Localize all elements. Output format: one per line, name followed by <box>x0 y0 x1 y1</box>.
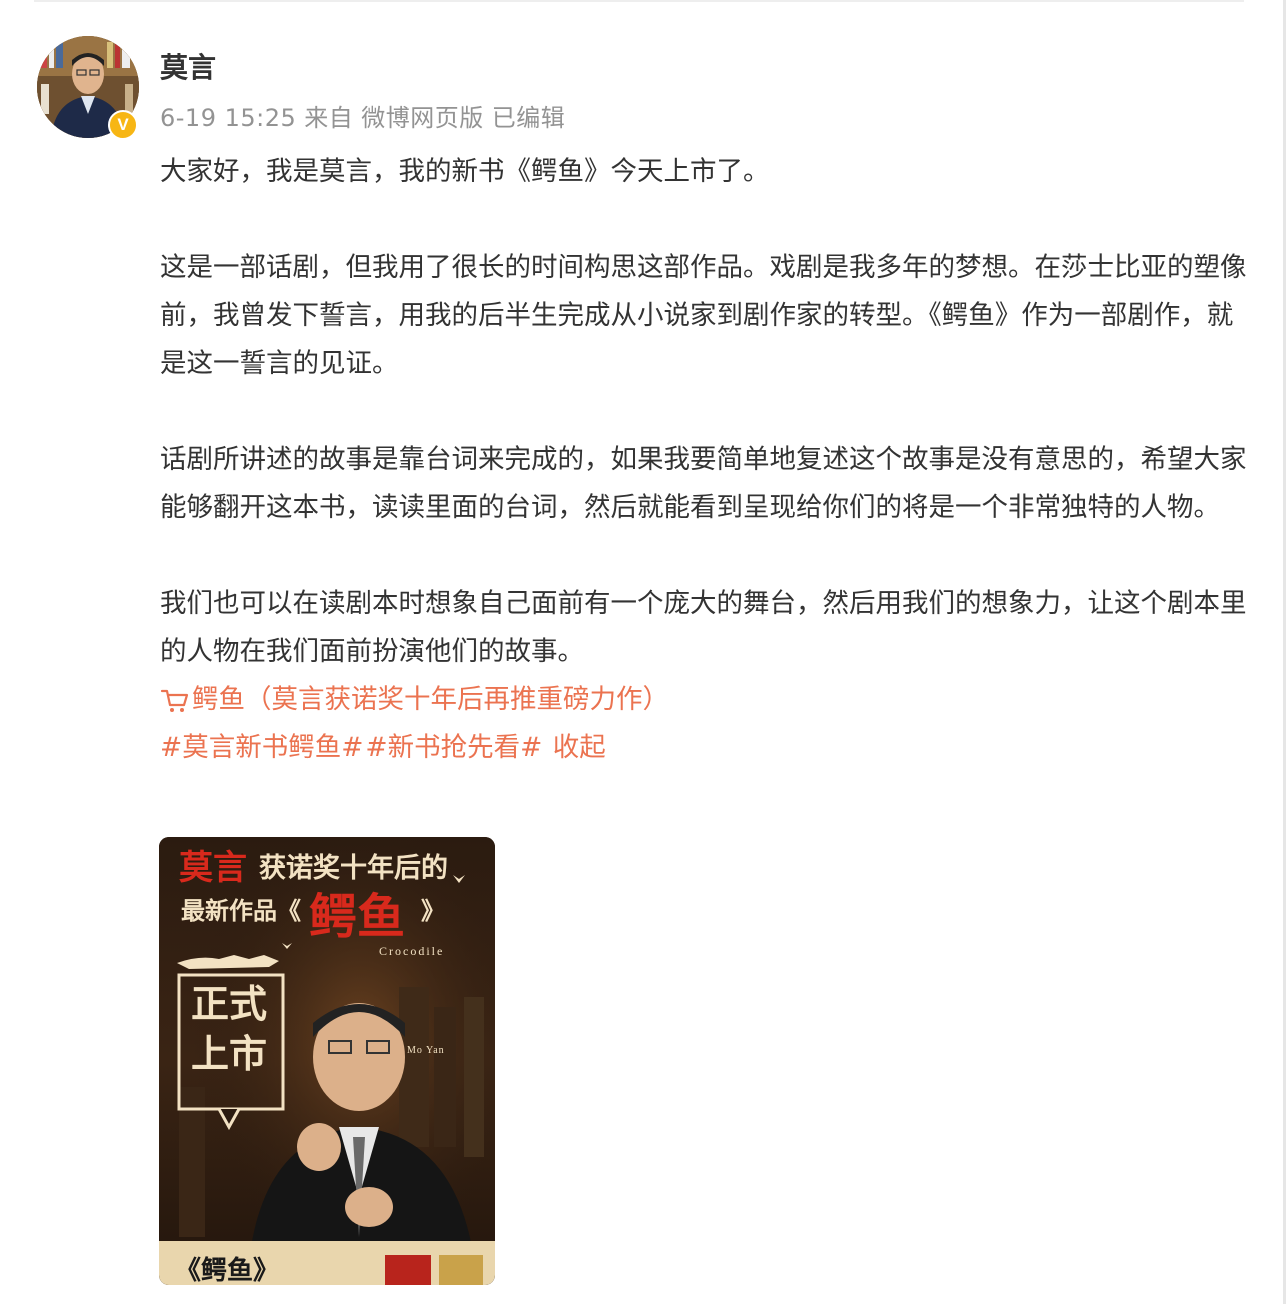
poster-title: 鳄鱼 <box>309 891 405 944</box>
post-paragraph: 这是一部话剧，但我用了很长的时间构思这部作品。戏剧是我多年的梦想。在莎士比亚的塑… <box>160 252 1247 379</box>
post-meta: 6-19 15:25 来自 微博网页版 已编辑 <box>160 98 573 133</box>
product-link[interactable]: 鳄鱼（莫言获诺奖十年后再推重磅力作） <box>160 676 1250 724</box>
poster-author-en: Mo Yan <box>407 1045 445 1056</box>
post-source[interactable]: 微博网页版 <box>361 104 484 132</box>
collapse-link[interactable]: 收起 <box>553 732 606 763</box>
hashtag-line: #莫言新书鳄鱼##新书抢先看# 收起 <box>160 724 1250 772</box>
post-paragraph: 大家好，我是莫言，我的新书《鳄鱼》今天上市了。 <box>160 156 770 187</box>
poster-headline-close: 》 <box>421 898 445 925</box>
username[interactable]: 莫言 <box>160 46 216 86</box>
post-date[interactable]: 6-19 15:25 <box>160 104 296 132</box>
source-prefix: 来自 <box>304 104 354 132</box>
top-divider <box>34 0 1244 2</box>
poster-headline-1: 获诺奖十年后的 <box>259 852 448 883</box>
hashtag-link[interactable]: #新书抢先看# <box>365 732 542 763</box>
verified-badge-icon: V <box>108 110 138 140</box>
post-image[interactable]: 莫言 获诺奖十年后的 最新作品《 鳄鱼 》 Crocodile 正式 上市 Mo… <box>159 837 495 1285</box>
poster-author: 莫言 <box>179 849 247 887</box>
post-paragraph: 我们也可以在读剧本时想象自己面前有一个庞大的舞台，然后用我们的想象力，让这个剧本… <box>160 588 1247 667</box>
poster-badge-2: 上市 <box>191 1034 267 1076</box>
shopping-cart-icon <box>160 689 189 712</box>
product-link-label[interactable]: 鳄鱼（莫言获诺奖十年后再推重磅力作） <box>192 676 669 724</box>
poster-headline-2: 最新作品《 <box>181 897 301 925</box>
hashtag-link[interactable]: #莫言新书鳄鱼# <box>160 732 363 763</box>
poster-badge-1: 正式 <box>191 984 267 1026</box>
post-paragraph: 话剧所讲述的故事是靠台词来完成的，如果我要简单地复述这个故事是没有意思的，希望大… <box>160 444 1247 523</box>
poster-subtitle: Crocodile <box>379 944 444 958</box>
book-poster: 莫言 获诺奖十年后的 最新作品《 鳄鱼 》 Crocodile 正式 上市 Mo… <box>159 837 495 1285</box>
poster-bottom-title: 《鳄鱼》 <box>175 1256 279 1285</box>
edited-label[interactable]: 已编辑 <box>492 104 566 132</box>
post-content: 大家好，我是莫言，我的新书《鳄鱼》今天上市了。 这是一部话剧，但我用了很长的时间… <box>160 148 1250 772</box>
